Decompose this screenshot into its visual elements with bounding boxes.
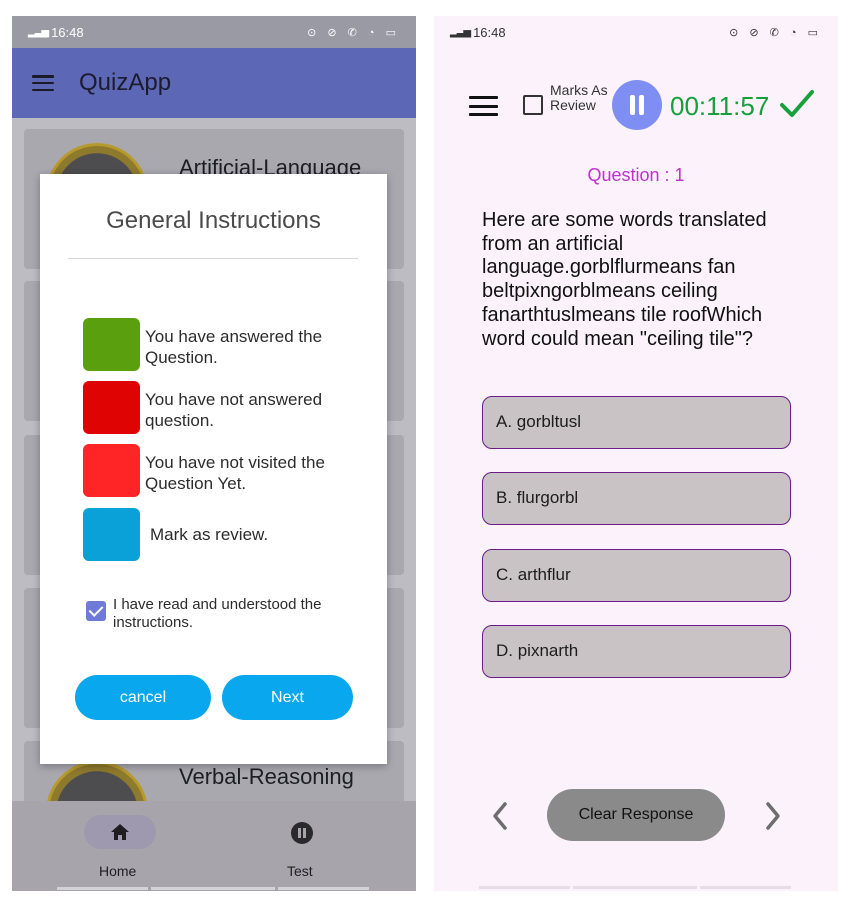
acknowledge-checkbox[interactable] — [86, 601, 106, 621]
option-b[interactable]: B. flurgorbl — [482, 472, 791, 525]
option-c[interactable]: C. arthflur — [482, 549, 791, 602]
option-a[interactable]: A. gorbltusl — [482, 396, 791, 449]
divider — [479, 886, 570, 889]
option-d[interactable]: D. pixnarth — [482, 625, 791, 678]
menu-icon[interactable] — [32, 75, 54, 91]
acknowledge-label[interactable]: I have read and understood the instructi… — [113, 596, 353, 632]
mark-review-label[interactable]: Marks As Review — [550, 83, 610, 113]
status-time: 16:48 — [51, 24, 84, 40]
signal-icon: ▂▃▅ — [450, 26, 471, 38]
next-button[interactable]: Next — [222, 675, 353, 720]
question-number: Question : 1 — [587, 165, 685, 185]
chevron-right-icon[interactable] — [763, 801, 783, 831]
mark-review-checkbox[interactable] — [523, 95, 543, 115]
app-bar: QuizApp — [12, 48, 416, 118]
instructions-dialog: General Instructions You have answered t… — [40, 174, 387, 764]
nav-test-label[interactable]: Test — [287, 863, 313, 879]
legend-label: You have answered the Question. — [145, 327, 323, 367]
bottom-nav: Home Test — [12, 801, 416, 891]
review-swatch — [83, 508, 140, 561]
right-screen: ▂▃▅ 16:48 ⊙ ⊘ ✆ ◔ ▭ Marks As Review 00:1… — [434, 16, 838, 891]
divider — [57, 887, 148, 890]
home-icon[interactable] — [110, 822, 130, 842]
app-title: QuizApp — [79, 69, 172, 96]
divider — [151, 887, 275, 890]
cancel-button[interactable]: cancel — [75, 675, 211, 720]
chevron-left-icon[interactable] — [490, 801, 510, 831]
pause-button[interactable] — [612, 80, 662, 130]
not-visited-swatch — [83, 444, 140, 497]
legend-label: You have not answered question. — [145, 390, 323, 430]
question-text: Here are some words translated from an a… — [482, 209, 767, 350]
status-time: 16:48 — [473, 24, 506, 40]
answered-swatch — [83, 318, 140, 371]
timer: 00:11:57 — [670, 91, 770, 121]
status-bar: ▂▃▅ 16:48 ⊙ ⊘ ✆ ◔ ▭ — [434, 16, 838, 48]
signal-icon: ▂▃▅ — [28, 26, 49, 38]
pause-circle-icon[interactable] — [291, 822, 313, 844]
divider — [700, 886, 791, 889]
submit-check-icon[interactable] — [779, 88, 815, 120]
legend-label: You have not visited the Question Yet. — [145, 453, 325, 493]
divider — [278, 887, 369, 890]
divider — [68, 258, 358, 259]
status-icons: ⊙ ⊘ ✆ ◔ ▭ — [307, 26, 400, 39]
divider — [573, 886, 697, 889]
dialog-title: General Instructions — [106, 207, 321, 234]
quiz-card-title: Verbal-Reasoning — [179, 764, 354, 789]
status-icons: ⊙ ⊘ ✆ ◔ ▭ — [729, 26, 822, 39]
nav-home-label[interactable]: Home — [99, 863, 136, 879]
not-answered-swatch — [83, 381, 140, 434]
legend-label: Mark as review. — [150, 525, 269, 544]
clear-response-button[interactable]: Clear Response — [547, 789, 725, 841]
status-bar: ▂▃▅ 16:48 ⊙ ⊘ ✆ ◔ ▭ — [12, 16, 416, 48]
menu-icon[interactable] — [469, 96, 498, 116]
left-screen: ▂▃▅ 16:48 ⊙ ⊘ ✆ ◔ ▭ QuizApp Artificial-L… — [12, 16, 416, 891]
